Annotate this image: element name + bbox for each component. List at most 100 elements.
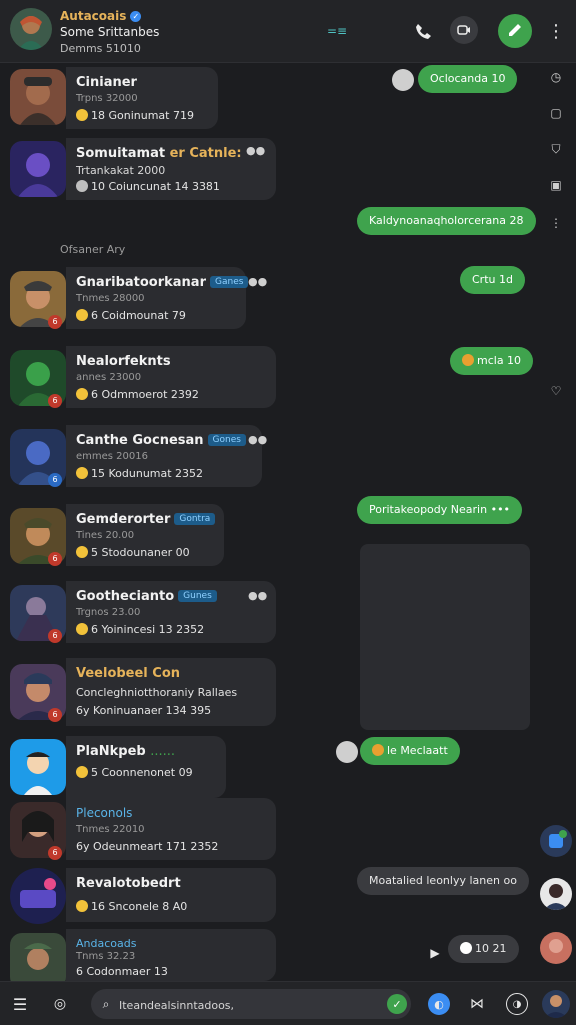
outgoing-message[interactable]: Moatalied leonlyy lanen oo <box>357 867 529 895</box>
item-time: Tnmes 22010 <box>76 824 145 835</box>
chat-feed[interactable]: Cinianer Trpns 32000 18 Goninumat 719 So… <box>0 63 576 989</box>
list-item[interactable]: Cinianer Trpns 32000 18 Goninumat 719 <box>0 65 280 129</box>
item-title: Andacoads <box>76 937 137 950</box>
more-icon[interactable]: ⋮ <box>548 215 564 231</box>
more-options-icon[interactable]: ⋮ <box>546 18 566 44</box>
sender-avatar[interactable] <box>336 741 358 763</box>
item-meta: 16 Snconele 8 A0 <box>76 900 187 913</box>
search-bar[interactable]: ⌕ ✓ <box>91 989 411 1019</box>
timer-icon[interactable]: ◷ <box>548 69 564 85</box>
list-item[interactable]: 6 Gnaribatoorkanar Ganes Tnmes 28000 6 Co… <box>0 267 280 335</box>
item-meta: 10 Coiuncunat 14 3381 <box>76 180 220 193</box>
item-meta: 5 Coonnenonet 09 <box>76 766 193 779</box>
emoji-icon <box>372 744 384 756</box>
list-item[interactable]: Andacoads Tnms 32.23 6 Codonmaer 13 <box>0 929 280 989</box>
item-badge: 6 <box>48 552 62 566</box>
heart-icon[interactable]: ♡ <box>548 383 564 399</box>
item-title: Pleconols <box>76 806 133 820</box>
item-time: Tnms 32.23 <box>76 951 136 962</box>
item-meta: 6 Coidmounat 79 <box>76 309 186 322</box>
outgoing-message[interactable]: 10 21 <box>448 935 519 963</box>
reaction-icons: ●● <box>248 433 268 446</box>
sticker-icon[interactable]: ⋈ <box>466 993 488 1015</box>
user-avatar[interactable] <box>542 990 570 1018</box>
item-badge: 6 <box>48 708 62 722</box>
chat-subtitle: Some Srittanbes <box>60 25 160 39</box>
item-meta: 5 Stodounaner 00 <box>76 546 190 559</box>
item-title: Revalotobedrt <box>76 876 181 891</box>
sender-avatar[interactable] <box>392 69 414 91</box>
item-time: annes 23000 <box>76 372 142 383</box>
emoji-picker-icon[interactable]: ◎ <box>50 994 70 1014</box>
scroll-to-bottom-button[interactable] <box>540 825 572 857</box>
date-separator: Ofsaner Ary <box>60 243 126 256</box>
participant-avatar[interactable] <box>540 932 572 964</box>
item-tag: Gunes <box>178 590 217 602</box>
call-icon[interactable] <box>410 18 436 44</box>
bookmark-icon[interactable]: ▣ <box>548 177 564 193</box>
outgoing-message[interactable]: Oclocanda 10 <box>418 65 518 93</box>
item-meta: 15 Kodunumat 2352 <box>76 467 203 480</box>
item-badge: 6 <box>48 629 62 643</box>
list-item[interactable]: 6 Gemderorter Gontra Tines 20.00 5 Stodou… <box>0 504 280 572</box>
item-meta: 18 Goninumat 719 <box>76 109 194 122</box>
list-item[interactable]: 6 Nealorfeknts annes 23000 6 Odmmoerot 2… <box>0 346 280 414</box>
emoji-icon <box>76 623 88 635</box>
list-item[interactable]: Somuitamat er Catnle: Trtankakat 2000 10… <box>0 138 280 204</box>
item-time: Tnmes 28000 <box>76 293 145 304</box>
thumbnail <box>10 141 66 197</box>
item-time: Tines 20.00 <box>76 530 135 541</box>
emoji-icon <box>76 388 88 400</box>
outgoing-message[interactable]: Poritakeopody Nearin ••• <box>357 496 523 524</box>
shield-icon[interactable]: ⛉ <box>548 141 564 157</box>
group-avatar[interactable] <box>10 8 52 50</box>
check-icon[interactable]: ✓ <box>387 994 407 1014</box>
list-item[interactable]: 6 Veelobeel Con Concleghniotthoraniy Ral… <box>0 658 280 728</box>
bottom-bar: ☰ ◎ ⌕ ✓ ◐ ⋈ ◑ <box>0 981 576 1025</box>
outgoing-message[interactable]: mcla 10 <box>450 347 534 375</box>
participant-avatar[interactable] <box>540 878 572 910</box>
outgoing-message[interactable]: Crtu 1d <box>460 266 525 294</box>
new-message-button[interactable] <box>498 14 532 48</box>
outgoing-message[interactable]: Kaldynoanaqholorcerana 28 <box>357 207 536 235</box>
thumbnail <box>10 739 66 795</box>
list-item[interactable]: Revalotobedrt 16 Snconele 8 A0 <box>0 866 280 928</box>
menu-icon[interactable]: ☰ <box>10 994 30 1014</box>
item-tag: Gontra <box>174 513 216 525</box>
item-time: emmes 20016 <box>76 451 148 462</box>
item-title: Canthe Gocnesan Gones <box>76 433 246 448</box>
search-icon: ⌕ <box>102 996 110 1011</box>
list-item[interactable]: PlaNkpeb ...... 5 Coonnenonet 09 <box>0 736 280 798</box>
item-meta: 6y Koninuanaer 134 395 <box>76 704 212 717</box>
item-title: Somuitamat er Catnle: <box>76 146 242 161</box>
item-meta: 6 Odmmoerot 2392 <box>76 388 199 401</box>
item-badge: 6 <box>48 315 62 329</box>
item-meta: 6 Yoinincesi 13 2352 <box>76 623 204 636</box>
thumbnail <box>10 868 66 924</box>
item-title: Veelobeel Con <box>76 666 181 681</box>
item-badge: 6 <box>48 394 62 408</box>
voice-icon[interactable]: ◑ <box>506 993 528 1015</box>
list-item[interactable]: 6 Pleconols Tnmes 22010 6y Odeunmeart 17… <box>0 798 280 864</box>
item-tag: Ganes <box>210 276 249 288</box>
item-time: Trpns 32000 <box>76 93 138 104</box>
attach-icon[interactable]: ◐ <box>428 993 450 1015</box>
item-time: Trgnos 23.00 <box>76 607 141 618</box>
member-count: Demms 51010 <box>60 42 141 55</box>
list-item[interactable]: 6 Canthe Gocnesan Gones emmes 20016 15 Ko… <box>0 425 280 493</box>
emoji-icon <box>76 900 88 912</box>
item-subtitle: Trtankakat 2000 <box>76 164 166 177</box>
emoji-icon <box>460 942 472 954</box>
forward-icon[interactable]: ▶ <box>428 943 442 963</box>
outgoing-message[interactable]: le Meclaatt <box>360 737 460 765</box>
search-input[interactable] <box>117 994 381 1016</box>
item-title: Gnaribatoorkanar Ganes <box>76 275 249 290</box>
copy-icon[interactable]: ▢ <box>548 105 564 121</box>
video-call-icon[interactable] <box>450 16 478 44</box>
list-item[interactable]: 6 Goothecianto Gunes Trgnos 23.00 6 Yoini… <box>0 581 280 649</box>
image-message[interactable] <box>360 544 530 730</box>
item-badge: 6 <box>48 473 62 487</box>
item-title: Goothecianto Gunes <box>76 589 217 604</box>
pinned-indicator-icon[interactable]: =≡ <box>322 24 352 38</box>
reaction-icons: ●● <box>248 589 268 602</box>
